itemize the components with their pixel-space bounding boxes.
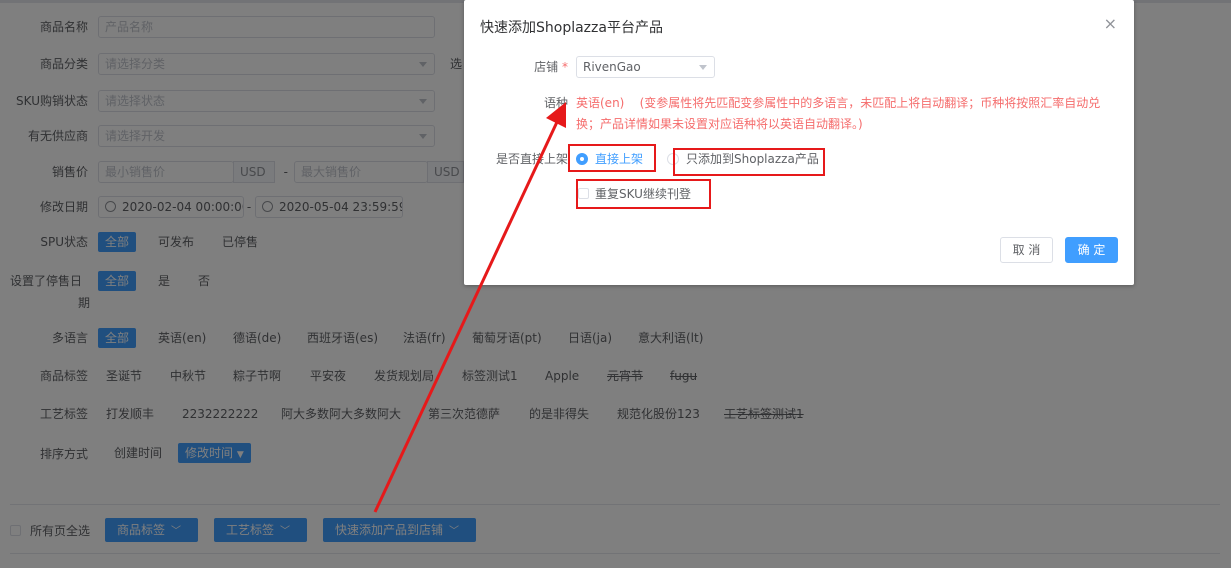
annotation-arrow-line — [373, 121, 559, 513]
product-filter-page: 商品名称 产品名称 商品分类 请选择分类 选 SKU购销状态 请选择状态 有无供… — [0, 0, 1231, 568]
annotation-arrow-icon — [373, 102, 566, 513]
